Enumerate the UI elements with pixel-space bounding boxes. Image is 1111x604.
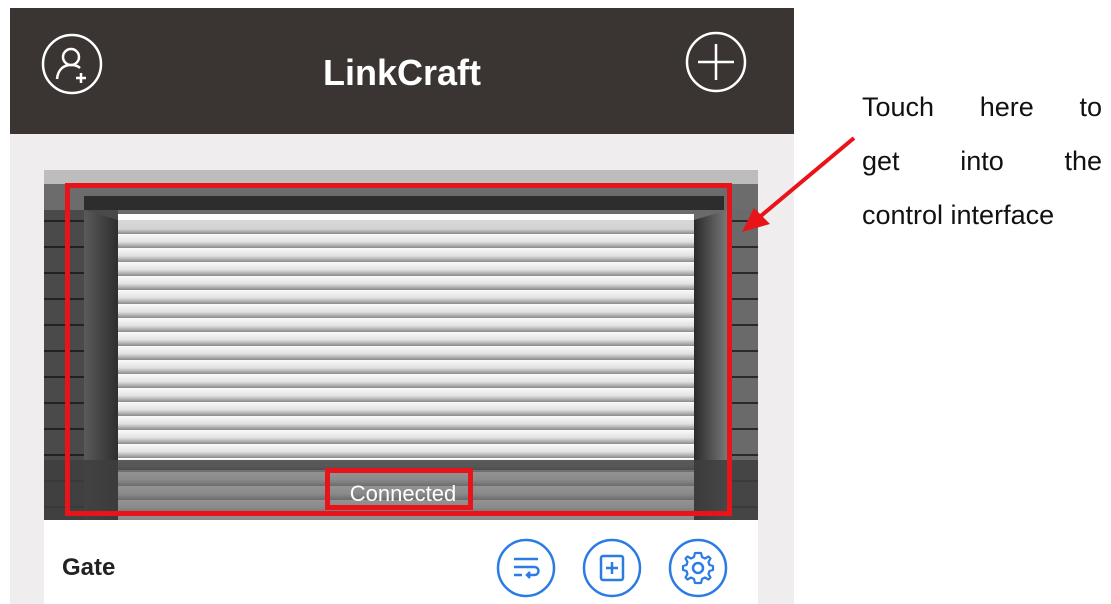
card-footer: Gate xyxy=(44,520,758,604)
app-header: LinkCraft xyxy=(10,8,794,134)
callout-word: control interface xyxy=(862,200,1055,230)
timer-button[interactable] xyxy=(496,538,556,598)
add-device-button[interactable] xyxy=(684,30,748,94)
plus-circle-icon xyxy=(685,31,747,93)
add-folder-icon xyxy=(582,538,642,598)
settings-button[interactable] xyxy=(668,538,728,598)
app-screen: LinkCraft Connected Gate xyxy=(10,8,794,604)
callout-word: the xyxy=(1064,146,1102,176)
connection-status: Connected xyxy=(349,481,457,506)
callout-word: get xyxy=(862,146,900,176)
wrap-text-icon xyxy=(496,538,556,598)
gear-icon xyxy=(668,538,728,598)
callout-word: to xyxy=(1079,92,1102,122)
app-title: LinkCraft xyxy=(322,52,481,93)
callout-line: get into the xyxy=(862,134,1102,188)
callout-arrow xyxy=(742,136,856,232)
callout-word: into xyxy=(960,146,1004,176)
callout-line: control interface xyxy=(862,188,1102,242)
callout-text: Touch here to get into the control inter… xyxy=(862,80,1102,242)
device-image[interactable]: Connected xyxy=(44,170,758,520)
device-name: Gate xyxy=(62,554,116,581)
callout-word: here xyxy=(979,92,1034,122)
roller-shutter-gate-photo xyxy=(44,170,758,520)
callout-word: Touch xyxy=(862,92,935,122)
callout-line: Touch here to xyxy=(862,80,1102,134)
add-group-button[interactable] xyxy=(582,538,642,598)
device-card[interactable]: Connected Gate xyxy=(44,170,758,604)
